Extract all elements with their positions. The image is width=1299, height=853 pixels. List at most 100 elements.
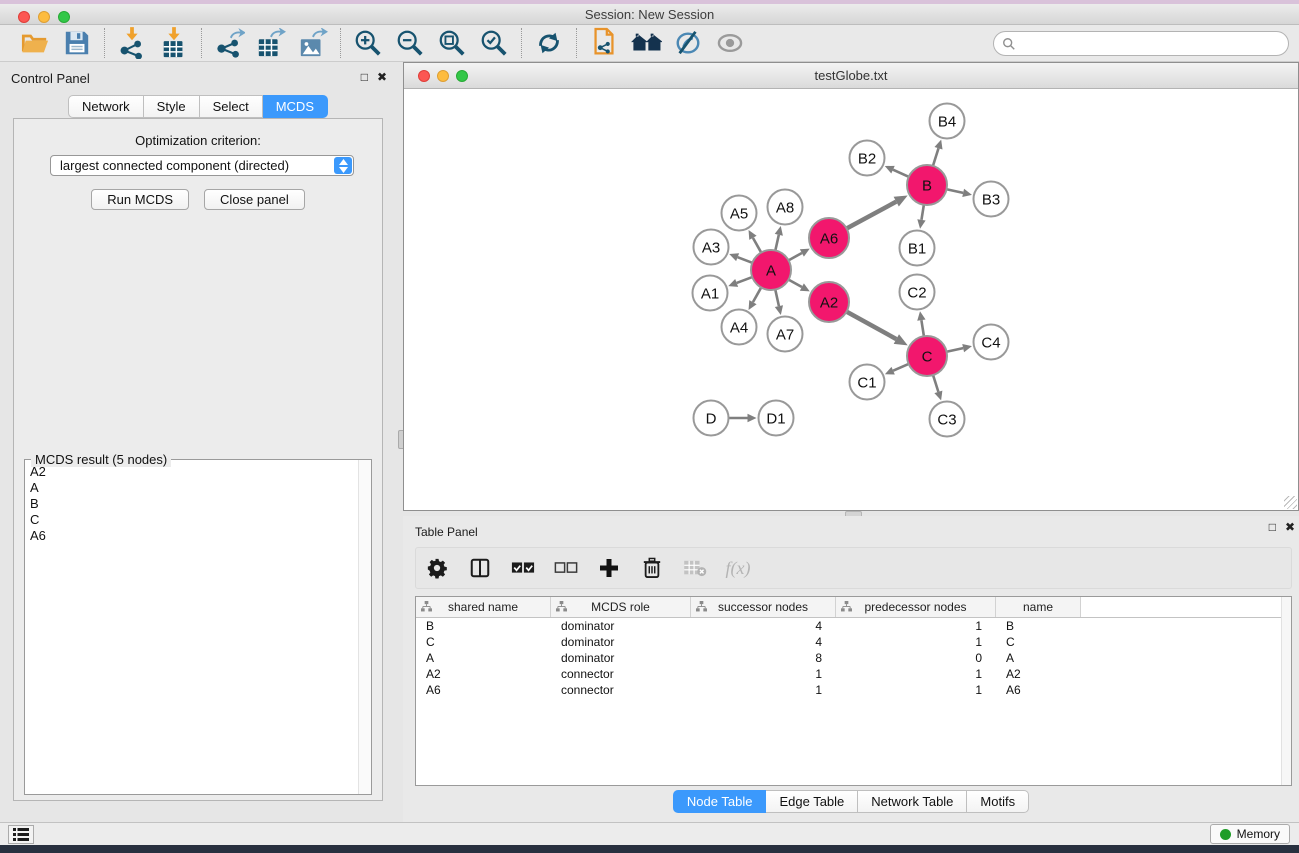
export-image-icon[interactable] <box>296 27 330 59</box>
graphics-details-icon[interactable] <box>671 27 705 59</box>
graph-edge-A-A8[interactable] <box>775 235 778 251</box>
tab-node-table[interactable]: Node Table <box>673 790 767 813</box>
search-input[interactable] <box>1021 36 1280 51</box>
add-column-icon[interactable] <box>596 555 622 581</box>
open-file-icon[interactable] <box>18 27 52 59</box>
eye-icon[interactable] <box>713 27 747 59</box>
graph-edge-B-B4[interactable] <box>933 148 939 166</box>
refresh-icon[interactable] <box>532 27 566 59</box>
resize-grip-icon[interactable] <box>1284 496 1297 509</box>
graph-edge-A-A4[interactable] <box>753 287 761 302</box>
cell-successor-nodes[interactable]: 8 <box>691 650 836 666</box>
cell-predecessor-nodes[interactable]: 0 <box>836 650 996 666</box>
graph-node-C3[interactable]: C3 <box>930 402 965 437</box>
column-header-predecessor-nodes[interactable]: predecessor nodes <box>836 597 996 617</box>
graph-edge-C-C1[interactable] <box>893 364 908 371</box>
cell-shared-name[interactable]: A <box>416 650 551 666</box>
tab-network[interactable]: Network <box>68 95 144 118</box>
cell-MCDS-role[interactable]: connector <box>551 682 691 698</box>
table-row[interactable]: Adominator80A <box>416 650 1291 666</box>
graph-edge-B-B1[interactable] <box>921 205 923 220</box>
cell-successor-nodes[interactable]: 1 <box>691 666 836 682</box>
close-panel-icon[interactable]: ✖ <box>377 70 387 84</box>
cell-predecessor-nodes[interactable]: 1 <box>836 618 996 634</box>
tab-select[interactable]: Select <box>200 95 263 118</box>
criterion-select[interactable]: largest connected component (directed) <box>50 155 354 176</box>
close-panel-button[interactable]: Close panel <box>204 189 305 210</box>
cell-name[interactable]: A6 <box>996 682 1081 698</box>
delete-trash-icon[interactable] <box>639 555 665 581</box>
zoom-in-icon[interactable] <box>351 27 385 59</box>
graph-edge-A-A5[interactable] <box>753 238 761 253</box>
zoom-fit-icon[interactable] <box>435 27 469 59</box>
network-window-titlebar[interactable]: testGlobe.txt <box>404 63 1298 89</box>
save-session-icon[interactable] <box>60 27 94 59</box>
graph-node-B3[interactable]: B3 <box>974 182 1009 217</box>
cell-MCDS-role[interactable]: dominator <box>551 634 691 650</box>
cell-shared-name[interactable]: A2 <box>416 666 551 682</box>
graph-node-A[interactable]: A <box>751 250 791 290</box>
column-header-name[interactable]: name <box>996 597 1081 617</box>
graph-node-A5[interactable]: A5 <box>722 196 757 231</box>
graph-node-A8[interactable]: A8 <box>768 190 803 225</box>
cell-MCDS-role[interactable]: dominator <box>551 650 691 666</box>
cell-MCDS-role[interactable]: connector <box>551 666 691 682</box>
result-item[interactable]: C <box>26 512 357 528</box>
graph-node-C[interactable]: C <box>907 336 947 376</box>
export-network-icon[interactable] <box>212 27 246 59</box>
graph-node-C2[interactable]: C2 <box>900 275 935 310</box>
deselect-all-icon[interactable] <box>553 555 579 581</box>
table-row[interactable]: A6connector11A6 <box>416 682 1291 698</box>
graph-node-A4[interactable]: A4 <box>722 310 757 345</box>
home-icon[interactable] <box>629 27 663 59</box>
tab-motifs[interactable]: Motifs <box>967 790 1029 813</box>
table-row[interactable]: Cdominator41C <box>416 634 1291 650</box>
graph-node-D[interactable]: D <box>694 401 729 436</box>
graph-edge-B-B3[interactable] <box>947 189 964 193</box>
result-item[interactable]: A2 <box>26 464 357 480</box>
graph-node-A6[interactable]: A6 <box>809 218 849 258</box>
graph-node-A1[interactable]: A1 <box>693 276 728 311</box>
graph-edge-C-C4[interactable] <box>947 348 964 352</box>
export-table-icon[interactable] <box>254 27 288 59</box>
graph-node-C4[interactable]: C4 <box>974 325 1009 360</box>
graph-node-D1[interactable]: D1 <box>759 401 794 436</box>
result-item[interactable]: A <box>26 480 357 496</box>
result-item[interactable]: A6 <box>26 528 357 544</box>
table-row[interactable]: A2connector11A2 <box>416 666 1291 682</box>
graph-edge-A-A1[interactable] <box>737 277 753 283</box>
zoom-out-icon[interactable] <box>393 27 427 59</box>
graph-node-A2[interactable]: A2 <box>809 282 849 322</box>
session-network-file-icon[interactable] <box>587 27 621 59</box>
import-table-icon[interactable] <box>157 27 191 59</box>
graph-edge-A-A7[interactable] <box>775 290 779 307</box>
float-table-panel-icon[interactable]: □ <box>1269 520 1276 534</box>
result-scrollbar[interactable] <box>358 460 371 794</box>
graph-node-B[interactable]: B <box>907 165 947 205</box>
cell-name[interactable]: C <box>996 634 1081 650</box>
column-header-shared-name[interactable]: shared name <box>416 597 551 617</box>
import-network-icon[interactable] <box>115 27 149 59</box>
zoom-selected-icon[interactable] <box>477 27 511 59</box>
table-settings-gear-icon[interactable] <box>424 555 450 581</box>
run-mcds-button[interactable]: Run MCDS <box>91 189 189 210</box>
graph-edge-B-B2[interactable] <box>893 170 909 177</box>
cell-successor-nodes[interactable]: 4 <box>691 634 836 650</box>
graph-edge-A-A3[interactable] <box>738 257 753 263</box>
graph-node-B4[interactable]: B4 <box>930 104 965 139</box>
graph-node-A3[interactable]: A3 <box>694 230 729 265</box>
cell-predecessor-nodes[interactable]: 1 <box>836 634 996 650</box>
cell-name[interactable]: A2 <box>996 666 1081 682</box>
tab-network-table[interactable]: Network Table <box>858 790 967 813</box>
graph-node-C1[interactable]: C1 <box>850 365 885 400</box>
task-history-button[interactable] <box>8 825 34 844</box>
tab-edge-table[interactable]: Edge Table <box>766 790 858 813</box>
result-item[interactable]: B <box>26 496 357 512</box>
graph-node-B2[interactable]: B2 <box>850 141 885 176</box>
cell-shared-name[interactable]: C <box>416 634 551 650</box>
column-header-MCDS-role[interactable]: MCDS role <box>551 597 691 617</box>
float-panel-icon[interactable]: □ <box>361 70 368 84</box>
graph-edge-C-C3[interactable] <box>933 375 938 392</box>
select-all-icon[interactable] <box>510 555 536 581</box>
graph-edge-A6-B[interactable] <box>847 202 897 229</box>
